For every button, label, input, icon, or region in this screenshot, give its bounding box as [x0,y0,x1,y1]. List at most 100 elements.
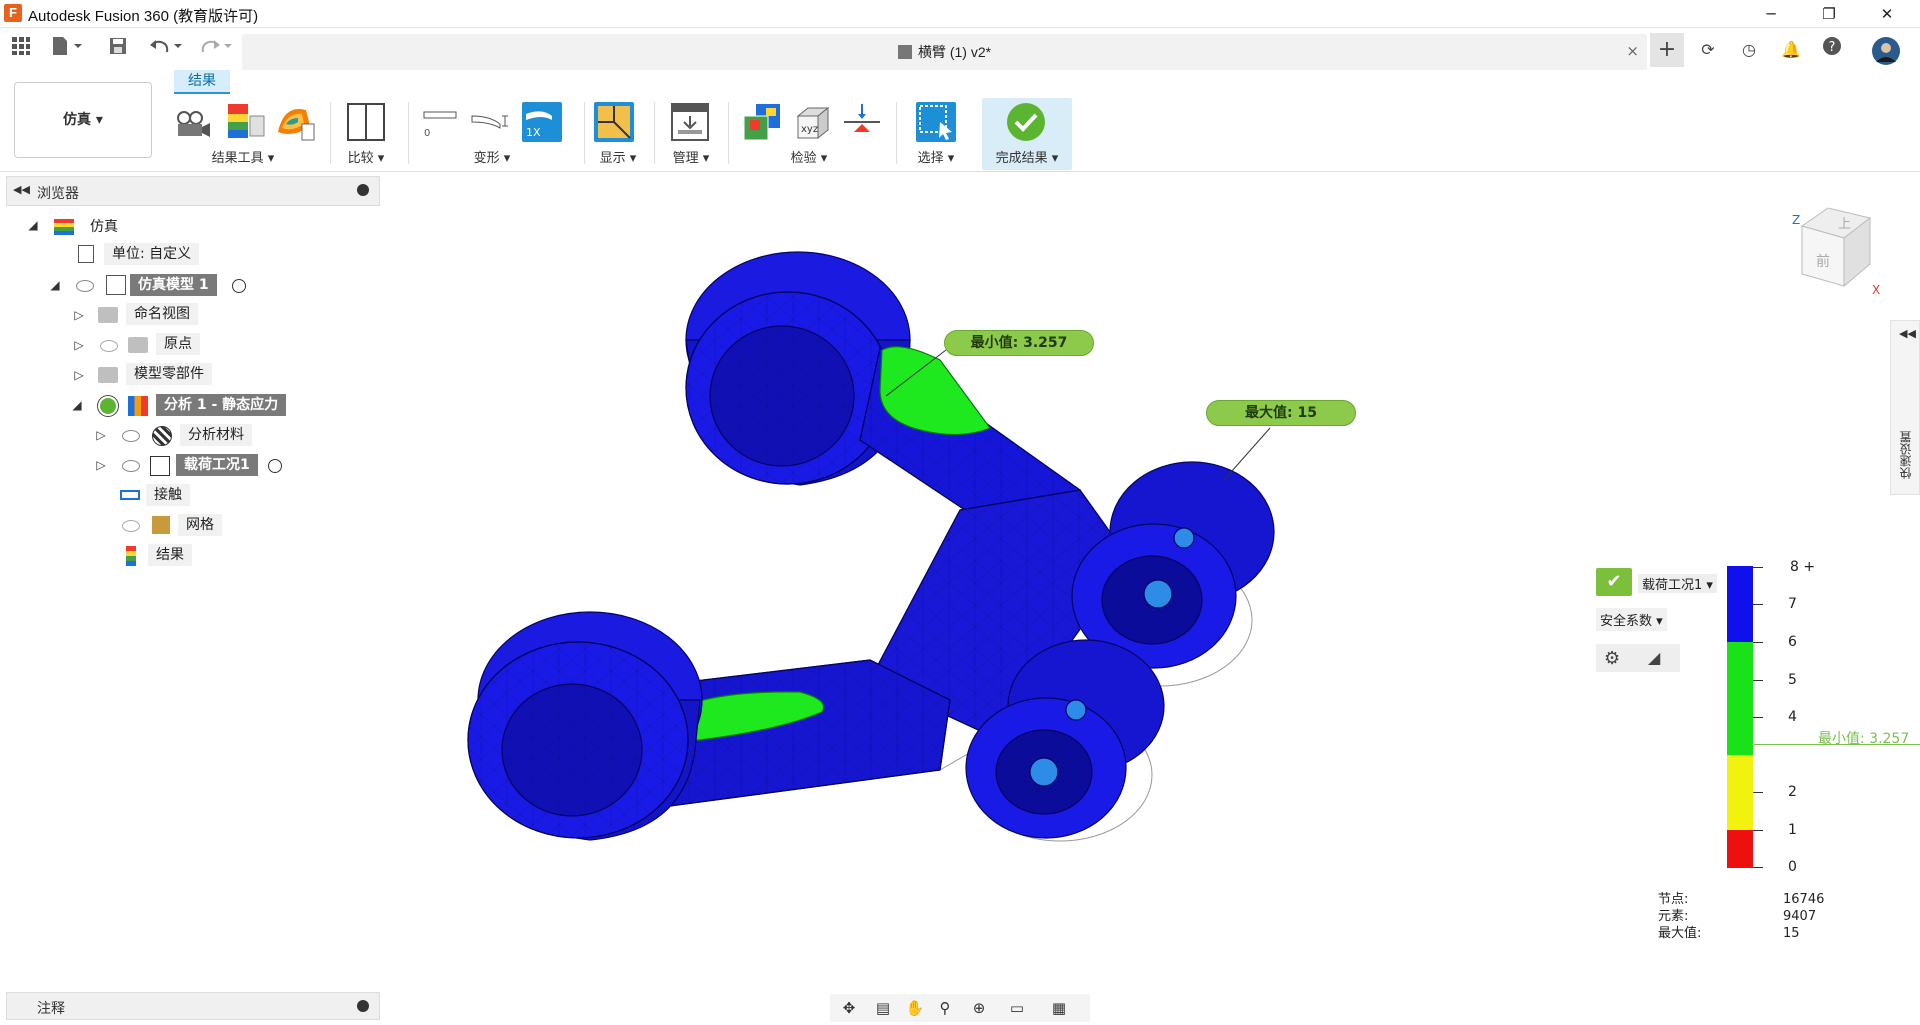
stack-results-icon[interactable] [742,102,782,142]
undo-icon[interactable] [146,36,186,62]
xyz-probe-icon[interactable]: xyz [792,102,832,142]
orbit-icon[interactable]: ✥ [834,997,864,1019]
color-bar-blue [1727,566,1753,642]
undeformed-icon[interactable]: 0 [420,102,460,142]
activate-radio-icon[interactable] [232,279,246,293]
expand-side-panel-icon[interactable]: ◀◀ [1899,327,1916,340]
tree-item-load-case[interactable]: 载荷工况1 [176,454,258,476]
section-analysis-icon[interactable] [842,102,882,142]
visibility-eye-icon[interactable] [122,430,140,442]
max-callout-leader [1223,427,1271,481]
compare-split-icon[interactable] [346,102,386,142]
tree-item-results[interactable]: 结果 [148,544,192,566]
tree-item-named-views[interactable]: 命名视图 [126,303,198,325]
animate-camera-icon[interactable] [172,102,212,142]
finish-check-icon[interactable] [1006,102,1046,142]
expand-toggle[interactable]: ▷ [72,308,86,322]
zoom-icon[interactable]: ⚲ [930,997,960,1019]
visibility-eye-icon[interactable] [76,280,94,292]
active-check-icon[interactable] [98,396,118,416]
manage-settings-icon[interactable] [670,102,710,142]
extensions-icon[interactable]: ⟳ [1693,36,1723,64]
expand-panel-icon[interactable] [357,1000,369,1012]
adjusted-deform-scale-icon[interactable]: 1X [522,102,562,142]
load-case-selector[interactable]: ✔ 载荷工况1 ▾ [1596,568,1726,596]
collapse-toggle[interactable]: ◢ [48,278,62,292]
tab-results[interactable]: 结果 [174,70,230,94]
file-menu-icon[interactable] [48,36,86,62]
help-icon[interactable]: ? [1817,36,1847,64]
compare-group[interactable]: 比较 ▾ [334,98,398,170]
tree-item-origin[interactable]: 原点 [156,333,200,355]
hidden-eye-icon[interactable] [100,340,118,352]
viewcube[interactable]: 上 前 Z X [1792,204,1882,297]
look-at-icon[interactable]: ▤ [868,997,898,1019]
tree-item-mesh[interactable]: 网格 [178,514,222,536]
user-avatar[interactable] [1870,36,1902,65]
visibility-eye-icon[interactable] [122,520,140,532]
redo-icon[interactable] [196,36,236,62]
tick-label: 7 [1788,596,1797,612]
finish-results-group[interactable]: 完成结果 ▾ [982,98,1072,170]
quick-access-toolbar: 横臂 (1) v2* × + ⟳ ◷ 🔔 ? [0,30,1920,70]
ribbon-toolbar: 仿真 ▾ 结果 结果工具 ▾ 比较 ▾ 0 1X 变形 ▾ 显示 ▾ 管理 ▾ … [0,70,1920,172]
minimize-panel-icon[interactable] [357,184,369,196]
elements-value: 9407 [1783,909,1817,924]
notification-bell-icon[interactable]: 🔔 [1776,36,1806,64]
manage-group[interactable]: 管理 ▾ [660,98,722,170]
deform-group[interactable]: 0 1X 变形 ▾ [412,98,572,170]
inspect-group[interactable]: xyz 检验 ▾ [734,98,884,170]
data-panel-grid-icon[interactable] [8,36,34,62]
grid-settings-icon[interactable]: ▦ [1044,997,1074,1019]
result-type-dropdown[interactable]: 安全系数 ▾ [1596,608,1667,631]
display-group[interactable]: 显示 ▾ [590,98,646,170]
quick-settings-side-tab[interactable]: ◀◀ 快速设置 [1890,320,1920,495]
pan-hand-icon[interactable]: ✋ [900,997,930,1019]
restore-button[interactable]: ❐ [1806,0,1852,28]
select-label: 选择 ▾ [917,151,955,166]
load-case-dropdown[interactable]: 载荷工况1 ▾ [1638,574,1717,593]
load-case-check-icon[interactable]: ✔ [1596,568,1632,596]
tree-item-model-components[interactable]: 模型零部件 [126,363,212,385]
tree-item-study[interactable]: 分析 1 - 静态应力 [156,394,287,416]
comments-panel[interactable]: 注释 [6,992,380,1020]
tree-item-units[interactable]: 单位: 自定义 [104,243,200,265]
minimize-button[interactable]: ─ [1748,0,1794,28]
collapse-panel-icon[interactable]: ◀◀ [13,183,30,196]
select-arrow-icon[interactable] [916,102,956,142]
tick-mark [1753,830,1763,831]
expand-toggle[interactable]: ▷ [72,338,86,352]
display-settings-icon[interactable] [594,102,634,142]
visibility-eye-icon[interactable] [122,460,140,472]
document-tab[interactable]: 横臂 (1) v2* × [242,34,1647,70]
probe-results-icon[interactable] [276,102,316,142]
save-icon[interactable] [106,36,130,62]
job-status-icon[interactable]: ◷ [1734,36,1764,64]
legend-triangle-icon[interactable]: ◢ [1648,648,1660,667]
browser-panel-header[interactable]: ◀◀ 浏览器 [6,176,380,206]
select-group[interactable]: 选择 ▾ [902,98,970,170]
expand-toggle[interactable]: ▷ [94,428,108,442]
tree-item-study-materials[interactable]: 分析材料 [180,424,252,446]
tree-item-simulation-model[interactable]: 仿真模型 1 [130,274,217,296]
nodes-value: 16746 [1783,892,1825,907]
collapse-toggle[interactable]: ◢ [26,218,40,232]
expand-toggle[interactable]: ▷ [94,458,108,472]
fit-icon[interactable]: ⊕ [964,997,994,1019]
deformed-icon[interactable] [470,102,510,142]
tree-item-contacts[interactable]: 接触 [146,484,190,506]
workspace-switcher[interactable]: 仿真 ▾ [14,82,152,158]
close-tab-button[interactable]: × [1626,42,1639,60]
close-window-button[interactable]: ✕ [1864,0,1910,28]
legend-settings-gear-icon[interactable]: ⚙ [1604,648,1620,669]
tree-item-simulation[interactable]: 仿真 [82,216,126,238]
expand-toggle[interactable]: ▷ [72,368,86,382]
new-tab-plus-icon[interactable]: + [1650,33,1684,67]
model-viewport[interactable] [0,172,1920,1025]
collapse-toggle[interactable]: ◢ [70,398,84,412]
svg-text:0: 0 [424,128,430,139]
display-settings-icon[interactable]: ▭ [1002,997,1032,1019]
results-tools-group[interactable]: 结果工具 ▾ [166,98,320,170]
activate-radio-icon[interactable] [268,459,282,473]
plot-colors-icon[interactable] [226,102,266,142]
